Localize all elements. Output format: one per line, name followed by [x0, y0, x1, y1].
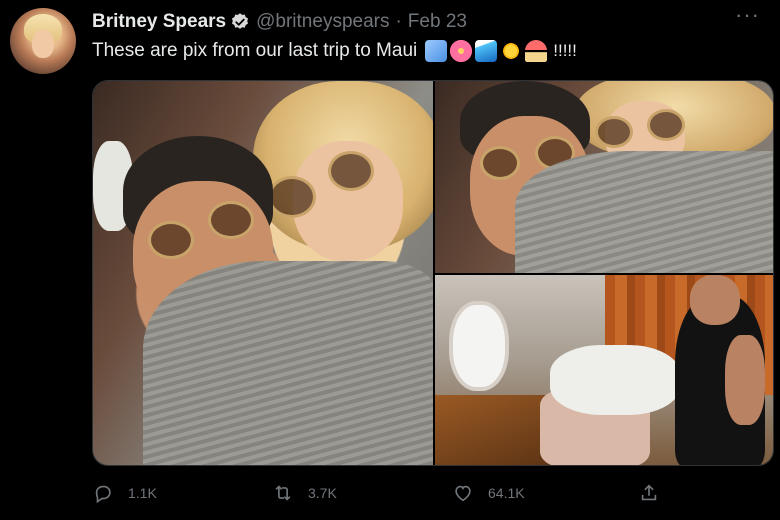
like-count: 64.1K	[488, 485, 525, 501]
photo-selfie-sweater[interactable]	[435, 81, 773, 273]
exclamations: !!!!!	[553, 41, 577, 60]
reply-icon	[95, 485, 111, 504]
airplane-icon	[425, 40, 448, 62]
photo-plane-cabin[interactable]	[435, 275, 773, 465]
tweet-actions: 1.1K 3.7K 64.1K	[92, 482, 682, 508]
display-name[interactable]: Britney Spears	[92, 11, 226, 33]
retweet-button[interactable]: 3.7K	[272, 482, 337, 504]
share-button[interactable]	[638, 482, 660, 504]
media-grid	[92, 80, 774, 466]
photo-selfie-close-up[interactable]	[93, 81, 433, 465]
retweet-count: 3.7K	[308, 485, 337, 501]
tweet-text: These are pix from our last trip to Maui…	[92, 40, 577, 62]
blanket	[550, 345, 680, 415]
like-button[interactable]: 64.1K	[452, 482, 525, 504]
retweet-icon	[275, 485, 291, 501]
beach-umbrella-icon	[525, 40, 548, 62]
more-options-icon[interactable]: ···	[735, 2, 760, 28]
sun-icon	[500, 40, 523, 62]
knit-sweater	[143, 261, 433, 465]
reply-button[interactable]: 1.1K	[92, 482, 157, 504]
reply-count: 1.1K	[128, 485, 157, 501]
user-handle[interactable]: @britneyspears	[256, 11, 389, 33]
avatar[interactable]	[10, 8, 76, 74]
separator-dot: ·	[395, 11, 402, 32]
verified-badge-icon	[230, 12, 250, 32]
water-wave-icon	[475, 40, 498, 62]
tweet-header: Britney Spears @britneyspears · Feb 23	[92, 11, 467, 33]
heart-icon	[455, 485, 471, 502]
tweet-date[interactable]: Feb 23	[408, 11, 467, 33]
sunglasses	[268, 176, 316, 218]
tweet-body: These are pix from our last trip to Maui	[92, 40, 418, 61]
share-icon	[641, 484, 657, 501]
hibiscus-icon	[450, 40, 473, 62]
cabin-window	[449, 301, 509, 391]
